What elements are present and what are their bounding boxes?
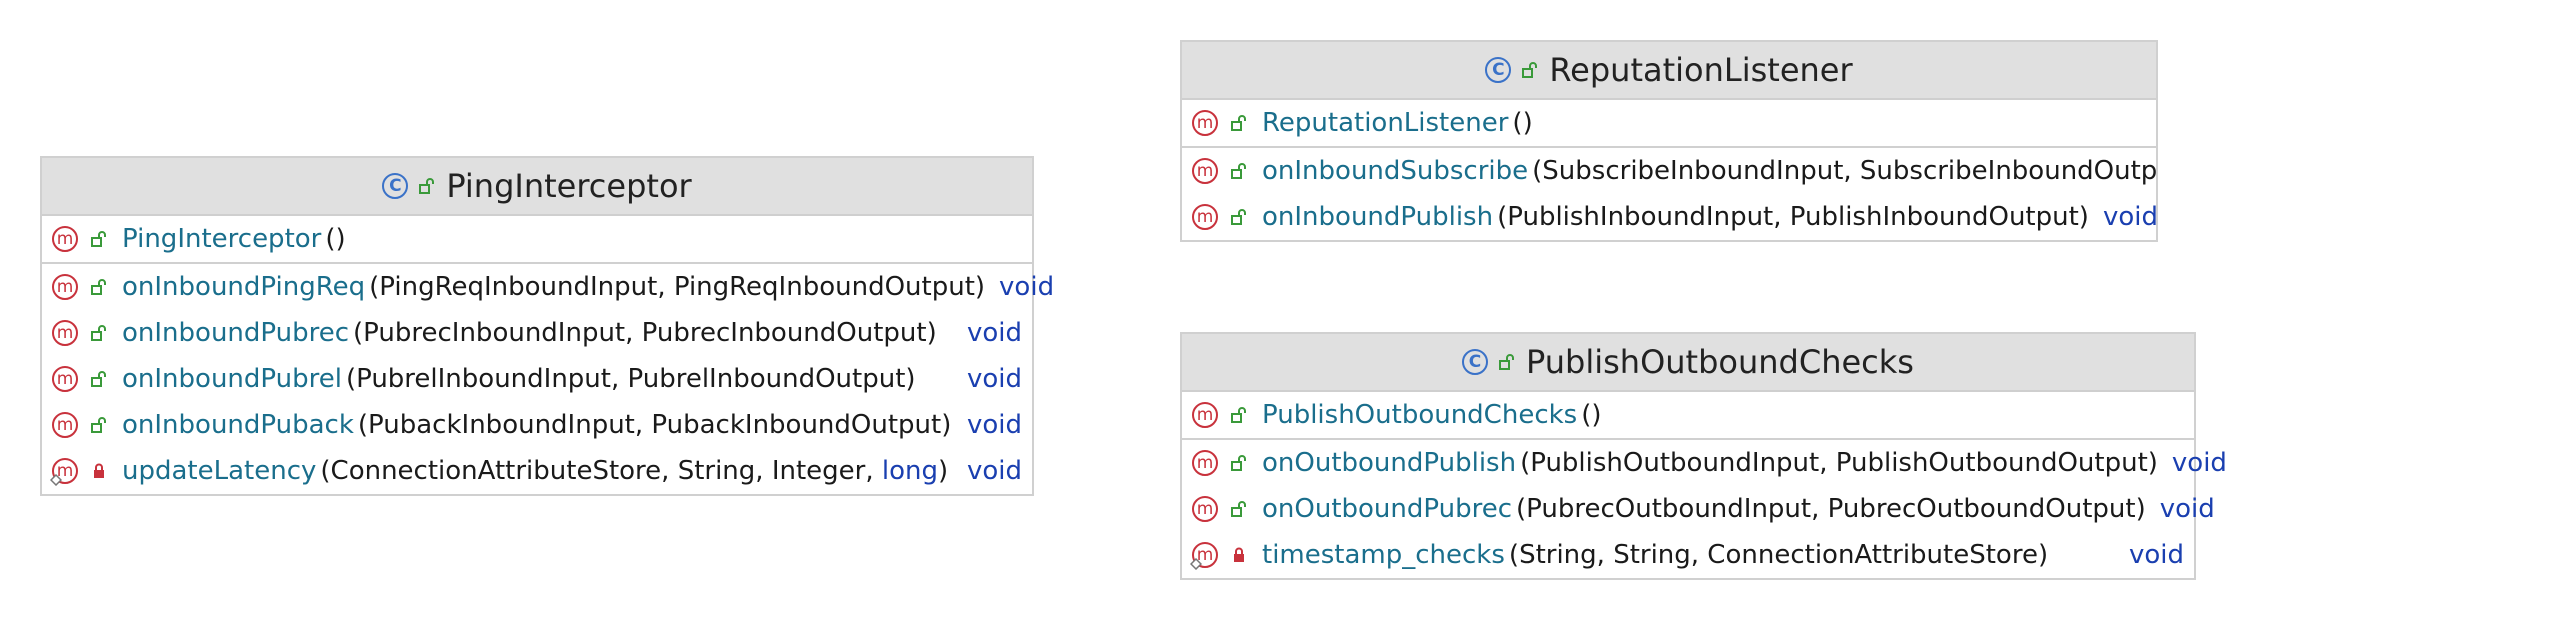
method-name: onInboundPuback: [122, 410, 354, 440]
public-visibility-icon: [418, 177, 436, 195]
method-params: (String, String, ConnectionAttributeStor…: [1508, 540, 2049, 570]
class-title: PingInterceptor: [446, 167, 692, 205]
method-params: (PubrecInboundInput, PubrecInboundOutput…: [353, 318, 937, 348]
method-row[interactable]: m onInboundPubrel (PubrelInboundInput, P…: [42, 356, 1032, 402]
class-icon: C: [1485, 57, 1512, 83]
method-name: onOutboundPubrec: [1262, 494, 1513, 524]
public-visibility-icon: [90, 230, 108, 248]
constructor-row[interactable]: m PublishOutboundChecks (): [1182, 392, 2194, 438]
method-icon: m: [52, 366, 78, 392]
return-type: void: [999, 272, 1055, 302]
method-name: onInboundPingReq: [122, 272, 366, 302]
method-icon: m: [1192, 158, 1218, 184]
method-params: (PublishOutboundInput, PublishOutboundOu…: [1520, 448, 2158, 478]
return-type: void: [966, 456, 1022, 486]
method-params: (): [1581, 400, 1602, 430]
method-row[interactable]: m onInboundPuback (PubackInboundInput, P…: [42, 402, 1032, 448]
public-visibility-icon: [1498, 353, 1516, 371]
constructors-section: m PingInterceptor (): [42, 216, 1032, 264]
return-type: void: [2128, 540, 2184, 570]
method-name: onInboundPubrel: [122, 364, 342, 394]
method-icon: m: [52, 320, 78, 346]
public-visibility-icon: [1230, 406, 1248, 424]
class-header: C PingInterceptor: [42, 158, 1032, 216]
method-name: onInboundSubscribe: [1262, 156, 1529, 186]
class-header: C ReputationListener: [1182, 42, 2156, 100]
method-icon: m: [1192, 402, 1218, 428]
methods-section: m onInboundPingReq (PingReqInboundInput,…: [42, 264, 1054, 494]
method-params: (PubackInboundInput, PubackInboundOutput…: [357, 410, 952, 440]
public-visibility-icon: [1521, 61, 1539, 79]
method-name: onOutboundPublish: [1262, 448, 1517, 478]
method-name: ReputationListener: [1262, 108, 1509, 138]
method-name: updateLatency: [122, 456, 317, 486]
return-type: void: [966, 318, 1022, 348]
public-visibility-icon: [90, 324, 108, 342]
class-box-ping-interceptor[interactable]: C PingInterceptor m PingInterceptor () m…: [40, 156, 1054, 496]
method-row[interactable]: m timestamp_checks (String, String, Conn…: [1182, 532, 2194, 578]
method-row[interactable]: m onInboundPubrec (PubrecInboundInput, P…: [42, 310, 1032, 356]
private-lock-icon: [90, 462, 108, 480]
constructor-row[interactable]: m ReputationListener (): [1182, 100, 2156, 146]
public-visibility-icon: [1230, 454, 1248, 472]
method-icon: m: [50, 458, 78, 486]
method-icon: m: [1192, 496, 1218, 522]
method-row[interactable]: m onOutboundPubrec (PubrecOutboundInput,…: [1182, 486, 2215, 532]
method-params: (): [1512, 108, 1533, 138]
method-params: (PublishInboundInput, PublishInboundOutp…: [1497, 202, 2089, 232]
method-icon: m: [1192, 450, 1218, 476]
method-name: PingInterceptor: [122, 224, 322, 254]
method-name: onInboundPublish: [1262, 202, 1494, 232]
method-icon: m: [1192, 110, 1218, 136]
public-visibility-icon: [90, 278, 108, 296]
public-visibility-icon: [90, 370, 108, 388]
method-params: (PingReqInboundInput, PingReqInboundOutp…: [369, 272, 986, 302]
class-title: PublishOutboundChecks: [1526, 343, 1914, 381]
method-row[interactable]: m onInboundPingReq (PingReqInboundInput,…: [42, 264, 1054, 310]
method-params: (PubrelInboundInput, PubrelInboundOutput…: [345, 364, 916, 394]
public-visibility-icon: [1230, 162, 1248, 180]
methods-section: m onInboundSubscribe (SubscribeInboundIn…: [1182, 148, 2158, 240]
method-icon: m: [52, 274, 78, 300]
keyword-long: long: [881, 456, 939, 486]
method-icon: m: [52, 226, 78, 252]
method-row[interactable]: m updateLatency (ConnectionAttributeStor…: [42, 448, 1032, 494]
class-box-reputation-listener[interactable]: C ReputationListener m ReputationListene…: [1180, 40, 2158, 242]
method-params: (PubrecOutboundInput, PubrecOutboundOutp…: [1516, 494, 2146, 524]
method-name: timestamp_checks: [1262, 540, 1505, 570]
method-row[interactable]: m onInboundSubscribe (SubscribeInboundIn…: [1182, 148, 2156, 194]
static-diamond-icon: [1190, 558, 1202, 570]
constructor-row[interactable]: m PingInterceptor (): [42, 216, 1032, 262]
return-type: void: [966, 410, 1022, 440]
method-params: (ConnectionAttributeStore, String, Integ…: [320, 456, 949, 486]
class-icon: C: [382, 173, 409, 199]
return-type: void: [2171, 448, 2227, 478]
method-icon: m: [1190, 542, 1218, 570]
constructors-section: m ReputationListener (): [1182, 100, 2156, 148]
static-diamond-icon: [50, 474, 62, 486]
public-visibility-icon: [1230, 208, 1248, 226]
method-row[interactable]: m onOutboundPublish (PublishOutboundInpu…: [1182, 440, 2227, 486]
public-visibility-icon: [90, 416, 108, 434]
method-icon: m: [52, 412, 78, 438]
public-visibility-icon: [1230, 114, 1248, 132]
methods-section: m onOutboundPublish (PublishOutboundInpu…: [1182, 440, 2227, 578]
return-type: void: [2102, 202, 2158, 232]
class-header: C PublishOutboundChecks: [1182, 334, 2194, 392]
class-box-publish-outbound-checks[interactable]: C PublishOutboundChecks m PublishOutboun…: [1180, 332, 2227, 580]
constructors-section: m PublishOutboundChecks (): [1182, 392, 2194, 440]
method-row[interactable]: m onInboundPublish (PublishInboundInput,…: [1182, 194, 2158, 240]
class-icon: C: [1462, 349, 1489, 375]
return-type: void: [966, 364, 1022, 394]
method-name: PublishOutboundChecks: [1262, 400, 1578, 430]
return-type: void: [2159, 494, 2215, 524]
public-visibility-icon: [1230, 500, 1248, 518]
private-lock-icon: [1230, 546, 1248, 564]
method-params: (SubscribeInboundInput, SubscribeInbound…: [1532, 156, 2156, 186]
method-name: onInboundPubrec: [122, 318, 350, 348]
method-icon: m: [1192, 204, 1218, 230]
method-params: (): [325, 224, 346, 254]
class-title: ReputationListener: [1549, 51, 1853, 89]
